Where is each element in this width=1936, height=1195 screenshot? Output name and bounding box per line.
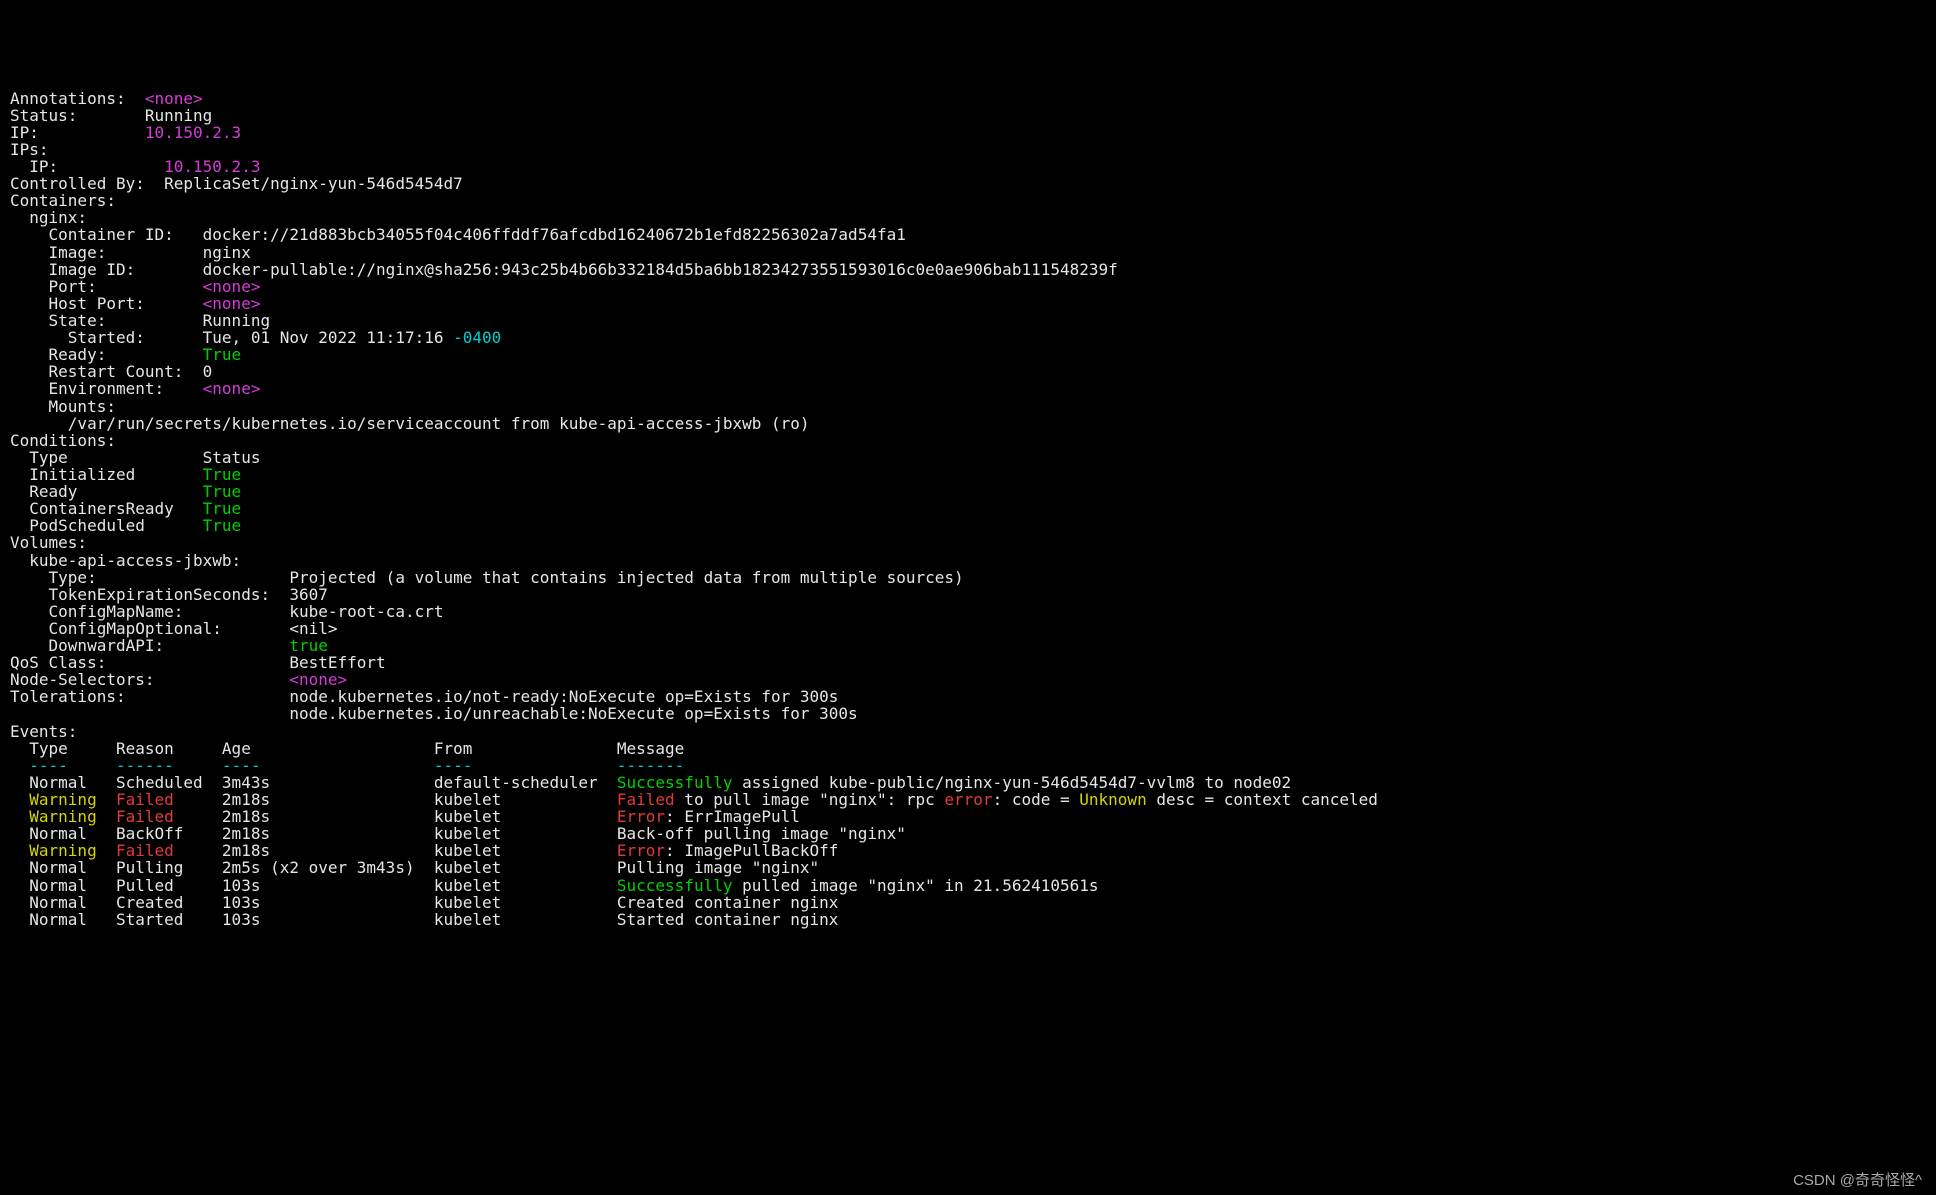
terminal-line: Warning Failed 2m18s kubelet Error: ErrI…	[10, 808, 1930, 825]
terminal-line: Image ID: docker-pullable://nginx@sha256…	[10, 261, 1930, 278]
terminal-line: Host Port: <none>	[10, 295, 1930, 312]
terminal-line: Mounts:	[10, 398, 1930, 415]
terminal-line: Normal Started 103s kubelet Started cont…	[10, 911, 1930, 928]
terminal-segment: True	[203, 516, 242, 535]
terminal-line: Normal Created 103s kubelet Created cont…	[10, 894, 1930, 911]
terminal-line: DownwardAPI: true	[10, 637, 1930, 654]
terminal-line: Conditions:	[10, 432, 1930, 449]
terminal-line: Type Status	[10, 449, 1930, 466]
terminal-line: Ready True	[10, 483, 1930, 500]
terminal-line: ConfigMapOptional: <nil>	[10, 620, 1930, 637]
terminal-line: Events:	[10, 723, 1930, 740]
terminal-line: Warning Failed 2m18s kubelet Failed to p…	[10, 791, 1930, 808]
terminal-line: Normal Pulling 2m5s (x2 over 3m43s) kube…	[10, 859, 1930, 876]
terminal-line: Ready: True	[10, 346, 1930, 363]
watermark: CSDN @奇奇怪怪^	[1793, 1173, 1922, 1189]
terminal-line: Normal BackOff 2m18s kubelet Back-off pu…	[10, 825, 1930, 842]
terminal-line: ConfigMapName: kube-root-ca.crt	[10, 603, 1930, 620]
terminal-line: Environment: <none>	[10, 380, 1930, 397]
terminal-line: ContainersReady True	[10, 500, 1930, 517]
terminal-line: IPs:	[10, 141, 1930, 158]
terminal-segment: -0400	[453, 328, 501, 347]
terminal-line: Warning Failed 2m18s kubelet Error: Imag…	[10, 842, 1930, 859]
terminal-segment: Normal Started 103s kubelet Started cont…	[10, 910, 838, 929]
terminal-line: Started: Tue, 01 Nov 2022 11:17:16 -0400	[10, 329, 1930, 346]
terminal-line: QoS Class: BestEffort	[10, 654, 1930, 671]
terminal-line: nginx:	[10, 209, 1930, 226]
terminal-line: PodScheduled True	[10, 517, 1930, 534]
terminal-line: Port: <none>	[10, 278, 1930, 295]
terminal-output[interactable]: Annotations: <none>Status: RunningIP: 10…	[0, 86, 1936, 938]
terminal-line: TokenExpirationSeconds: 3607	[10, 586, 1930, 603]
terminal-line: Image: nginx	[10, 244, 1930, 261]
terminal-line: Type Reason Age From Message	[10, 740, 1930, 757]
terminal-line: Restart Count: 0	[10, 363, 1930, 380]
terminal-line: Containers:	[10, 192, 1930, 209]
terminal-line: Initialized True	[10, 466, 1930, 483]
terminal-line: Normal Pulled 103s kubelet Successfully …	[10, 877, 1930, 894]
terminal-line: Node-Selectors: <none>	[10, 671, 1930, 688]
terminal-line: Normal Scheduled 3m43s default-scheduler…	[10, 774, 1930, 791]
terminal-segment: desc = context canceled	[1147, 790, 1378, 809]
terminal-line: /var/run/secrets/kubernetes.io/serviceac…	[10, 415, 1930, 432]
terminal-line: Annotations: <none>	[10, 90, 1930, 107]
terminal-segment: 10.150.2.3	[145, 123, 241, 142]
terminal-segment: Unknown	[1079, 790, 1146, 809]
terminal-line: kube-api-access-jbxwb:	[10, 552, 1930, 569]
terminal-line: Volumes:	[10, 534, 1930, 551]
terminal-line: IP: 10.150.2.3	[10, 158, 1930, 175]
terminal-line: State: Running	[10, 312, 1930, 329]
terminal-line: IP: 10.150.2.3	[10, 124, 1930, 141]
terminal-segment: <none>	[203, 379, 261, 398]
terminal-line: Tolerations: node.kubernetes.io/not-read…	[10, 688, 1930, 705]
terminal-line: Status: Running	[10, 107, 1930, 124]
terminal-segment: error	[944, 790, 992, 809]
terminal-line: node.kubernetes.io/unreachable:NoExecute…	[10, 705, 1930, 722]
terminal-segment: : code =	[993, 790, 1080, 809]
terminal-segment: node.kubernetes.io/unreachable:NoExecute…	[10, 704, 858, 723]
terminal-line: Type: Projected (a volume that contains …	[10, 569, 1930, 586]
terminal-segment: /var/run/secrets/kubernetes.io/serviceac…	[10, 414, 810, 433]
terminal-line: Controlled By: ReplicaSet/nginx-yun-546d…	[10, 175, 1930, 192]
terminal-line: Container ID: docker://21d883bcb34055f04…	[10, 226, 1930, 243]
terminal-line: ---- ------ ---- ---- -------	[10, 757, 1930, 774]
